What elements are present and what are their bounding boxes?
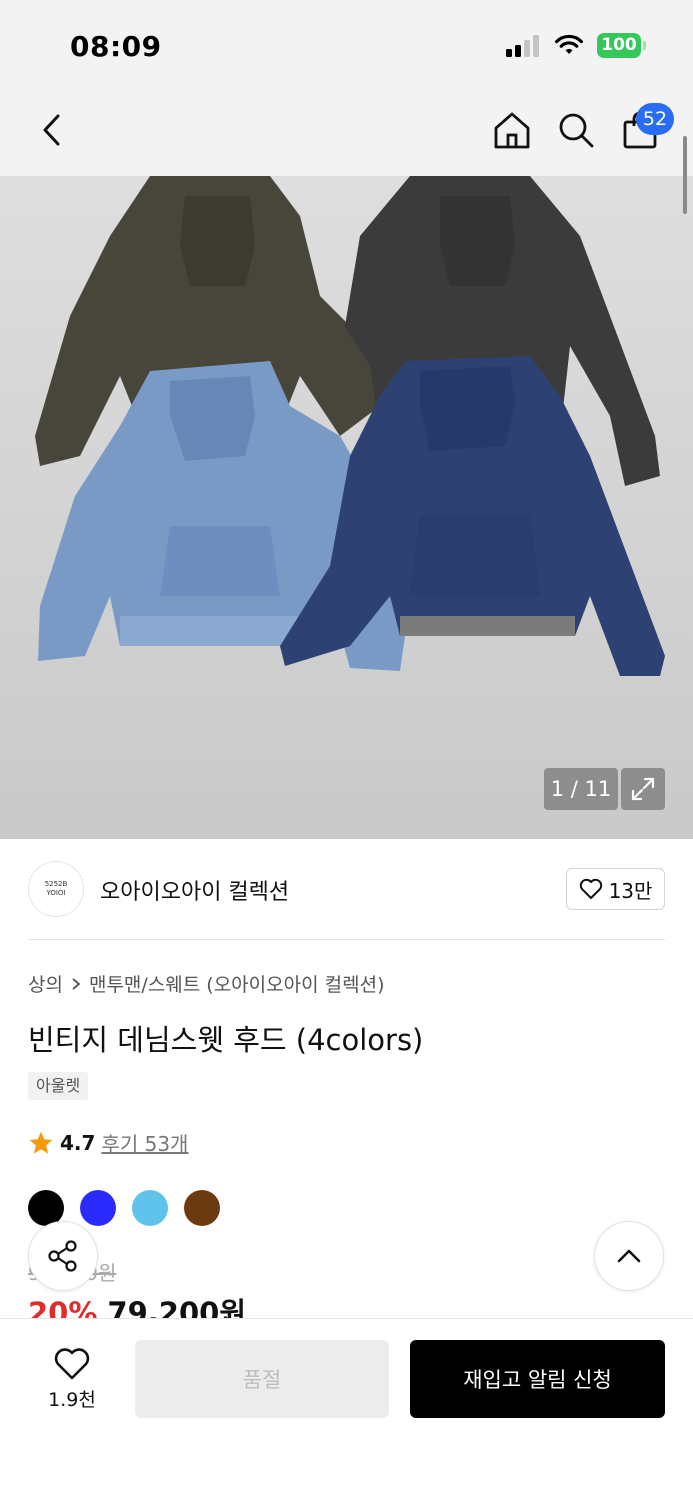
scroll-top-button[interactable] [594, 1221, 664, 1291]
battery-cap [643, 41, 646, 50]
search-icon [559, 113, 594, 148]
wishlist-button[interactable]: 1.9천 [36, 1340, 108, 1418]
hoodies-photo [35, 176, 665, 676]
divider [28, 939, 665, 940]
rating-score: 4.7 [60, 1130, 96, 1155]
breadcrumb: 상의 맨투맨/스웨트 (오아이오아이 컬렉션) [28, 970, 384, 997]
wishlist-count: 1.9천 [48, 1388, 96, 1411]
app-header [0, 90, 693, 176]
cellular-signal-icon [506, 35, 544, 57]
restock-alert-button[interactable]: 재입고 알림 신청 [410, 1340, 665, 1418]
brand-logo-line1: 5252B [44, 880, 68, 888]
breadcrumb-subcategory[interactable]: 맨투맨/스웨트 (오아이오아이 컬렉션) [89, 970, 385, 997]
star-icon [29, 1131, 53, 1154]
home-icon [494, 112, 530, 149]
heart-icon [579, 878, 602, 899]
product-image[interactable] [0, 176, 693, 839]
chevron-right-icon [72, 977, 81, 990]
brand-like-count: 13만 [608, 878, 653, 903]
chevron-up-icon [617, 1249, 641, 1263]
color-swatch-brown[interactable] [184, 1190, 220, 1226]
image-counter: 1 / 11 [544, 768, 618, 810]
home-button[interactable] [486, 90, 538, 170]
product-title: 빈티지 데님스웻 후드 (4colors) [28, 1023, 424, 1057]
color-swatch-blue[interactable] [80, 1190, 116, 1226]
battery-indicator: 100 [597, 33, 641, 58]
brand-logo-line2: YOIOI [46, 889, 66, 897]
share-icon [48, 1240, 77, 1272]
chevron-left-icon [43, 114, 60, 146]
status-time: 08:09 [70, 30, 162, 63]
review-link[interactable]: 후기 53개 [101, 1128, 188, 1157]
brand-logo[interactable]: 5252B YOIOI [28, 861, 84, 917]
wifi-icon [555, 34, 583, 54]
scroll-indicator [683, 136, 687, 214]
breadcrumb-category[interactable]: 상의 [28, 970, 63, 997]
color-swatch-light-blue[interactable] [132, 1190, 168, 1226]
expand-icon [631, 777, 655, 801]
brand-like-button[interactable]: 13만 [566, 868, 665, 910]
search-button[interactable] [550, 90, 602, 170]
status-bar: 08:09 100 [0, 0, 693, 90]
expand-image-button[interactable] [621, 768, 665, 810]
soldout-button[interactable]: 품절 [135, 1340, 389, 1418]
heart-icon [54, 1347, 90, 1379]
cart-count-badge: 52 [636, 103, 674, 135]
share-button[interactable] [28, 1221, 98, 1291]
back-button[interactable] [24, 90, 80, 170]
brand-name[interactable]: 오아이오아이 컬렉션 [100, 874, 289, 906]
outlet-tag: 아울렛 [28, 1072, 89, 1100]
rating-row: 4.7 후기 53개 [28, 1128, 188, 1157]
